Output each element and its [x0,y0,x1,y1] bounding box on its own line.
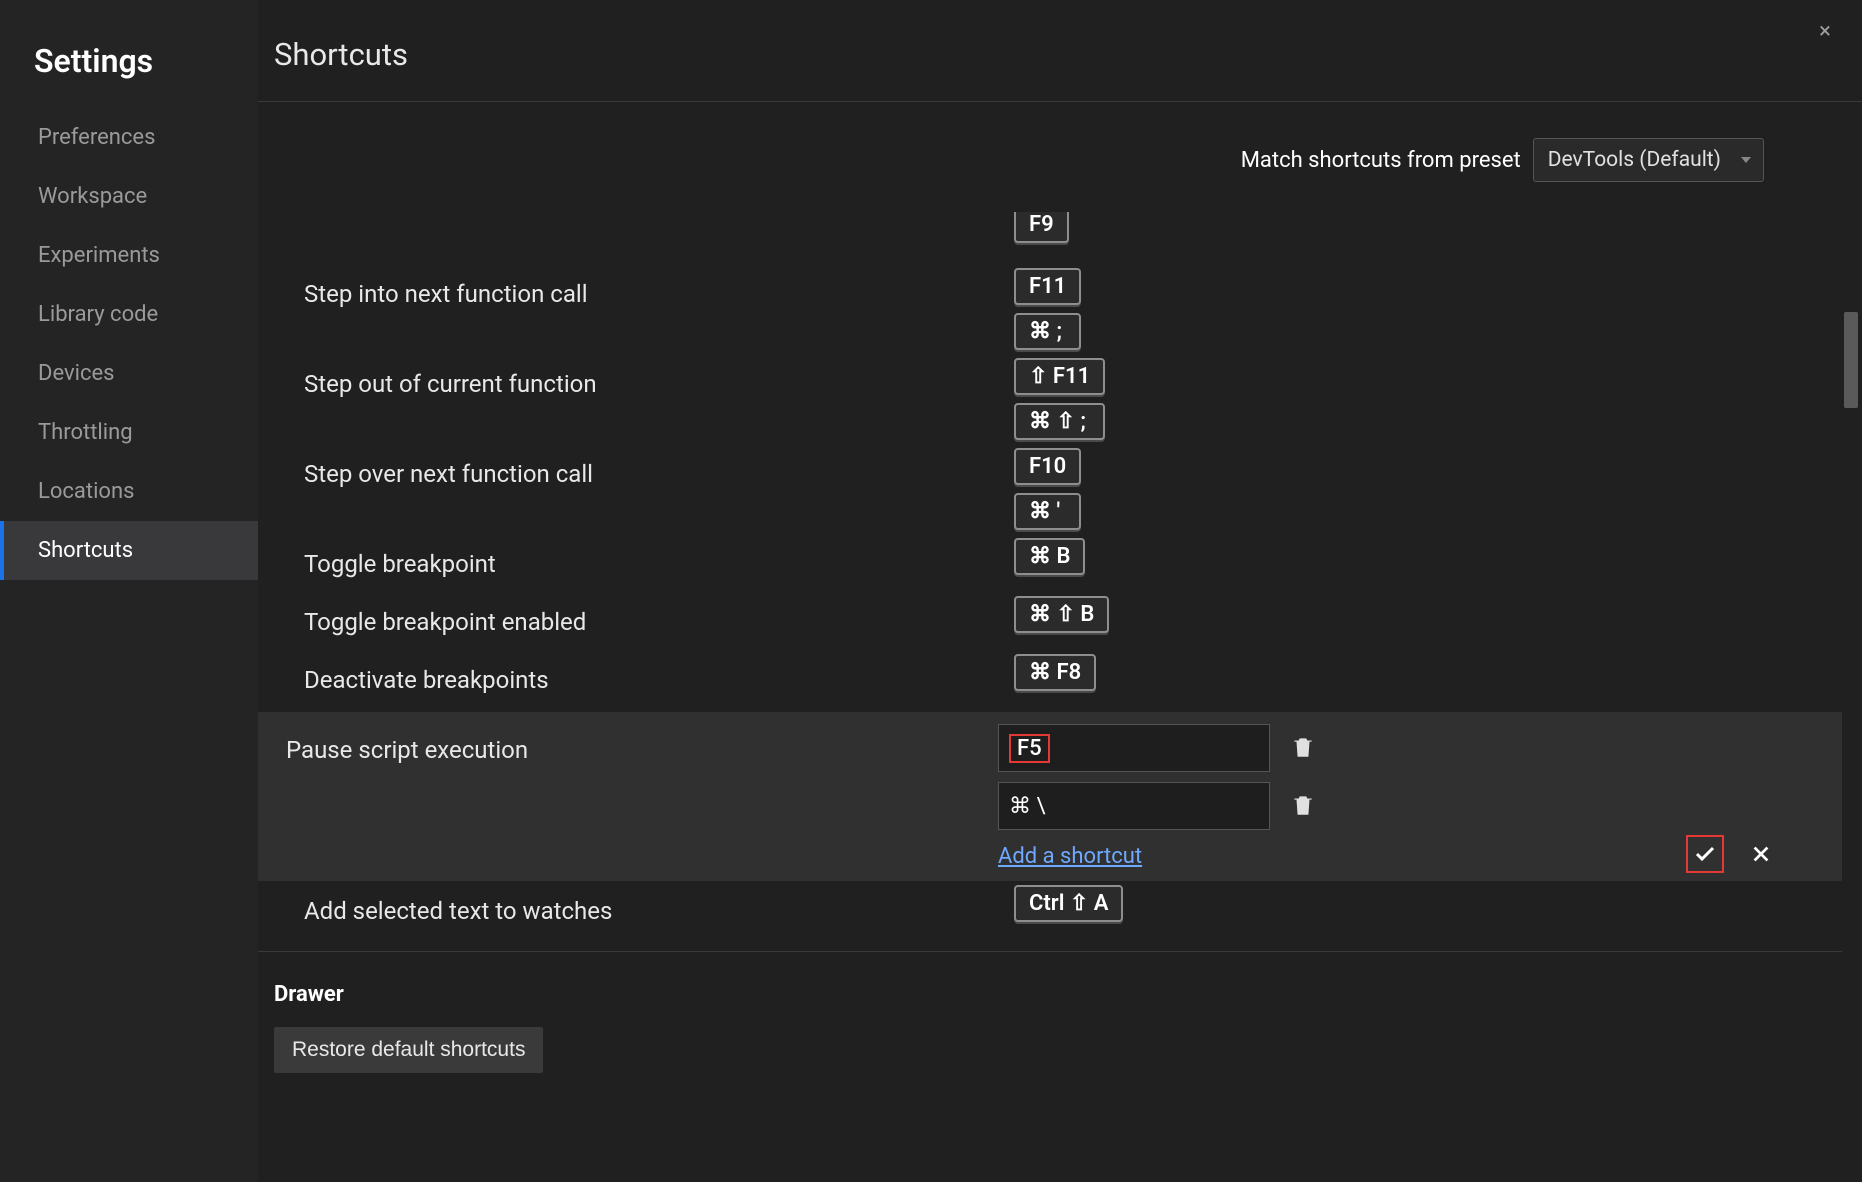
sidebar-item-preferences[interactable]: Preferences [0,108,258,167]
key-badge: ⌘ ; [1014,313,1081,350]
sidebar-item-label: Shortcuts [38,538,133,563]
scrollbar-thumb[interactable] [1844,312,1858,408]
shortcut-input-2[interactable]: ⌘ \ [998,782,1270,830]
close-button[interactable]: × [1812,18,1838,44]
sidebar-item-devices[interactable]: Devices [0,344,258,403]
add-shortcut-link[interactable]: Add a shortcut [998,844,1318,869]
key-badge: ⌘ B [1014,538,1085,575]
restore-defaults-button[interactable]: Restore default shortcuts [274,1027,543,1073]
key-badge: F11 [1014,268,1081,305]
sidebar-title: Settings [0,24,258,108]
shortcut-label: Toggle breakpoint enabled [304,596,1014,636]
shortcut-input-1[interactable]: F5 [998,724,1270,772]
sidebar-item-shortcuts[interactable]: Shortcuts [0,521,258,580]
shortcut-label: Step into next function call [304,268,1014,308]
shortcut-label: Pause script execution [286,724,998,764]
sidebar-item-label: Devices [38,361,115,386]
check-icon [1693,842,1717,866]
sidebar-item-label: Experiments [38,243,160,268]
sidebar-item-workspace[interactable]: Workspace [0,167,258,226]
trash-icon [1290,734,1316,760]
sidebar-item-label: Throttling [38,420,133,445]
shortcut-row-step[interactable]: F9 [258,212,1842,264]
key-badge: ⌘ ⇧ B [1014,596,1109,633]
delete-shortcut-button-2[interactable] [1290,792,1318,820]
shortcut-input-value: ⌘ \ [1009,794,1046,819]
sidebar-item-throttling[interactable]: Throttling [0,403,258,462]
shortcut-row-pause-script-editing: Pause script execution F5 ⌘ \ [258,712,1842,881]
preset-label: Match shortcuts from preset [1241,148,1521,173]
confirm-edit-button[interactable] [1686,835,1724,873]
trash-icon [1290,792,1316,818]
sidebar-item-label: Library code [38,302,158,327]
main-header: Shortcuts [258,0,1862,102]
shortcut-label [304,212,1014,218]
page-title: Shortcuts [274,36,1822,73]
shortcut-input-value: F5 [1009,734,1050,763]
shortcut-label: Deactivate breakpoints [304,654,1014,694]
shortcut-row-step-out[interactable]: Step out of current function ⇧ F11 ⌘ ⇧ ; [258,354,1842,444]
main-panel: × Shortcuts Match shortcuts from preset … [258,0,1862,1182]
sidebar-item-library-code[interactable]: Library code [0,285,258,344]
key-badge: ⇧ F11 [1014,358,1105,395]
preset-select-value: DevTools (Default) [1548,148,1721,172]
close-icon [1750,843,1772,865]
cancel-edit-button[interactable] [1746,839,1776,869]
shortcut-row-toggle-breakpoint-enabled[interactable]: Toggle breakpoint enabled ⌘ ⇧ B [258,592,1842,650]
close-icon: × [1819,19,1831,44]
settings-sidebar: Settings Preferences Workspace Experimen… [0,0,258,1182]
section-header-drawer: Drawer [258,951,1842,1017]
sidebar-item-label: Locations [38,479,134,504]
shortcut-label: Add selected text to watches [304,885,1014,925]
sidebar-item-experiments[interactable]: Experiments [0,226,258,285]
shortcut-label: Step over next function call [304,448,1014,488]
sidebar-item-locations[interactable]: Locations [0,462,258,521]
key-badge: Ctrl ⇧ A [1014,885,1123,922]
shortcuts-scroll-area[interactable]: F9 Step into next function call F11 ⌘ ; … [258,212,1862,1182]
shortcut-row-step-over[interactable]: Step over next function call F10 ⌘ ' [258,444,1842,534]
key-badge: ⌘ F8 [1014,654,1096,691]
key-badge: ⌘ ⇧ ; [1014,403,1105,440]
shortcut-row-step-into[interactable]: Step into next function call F11 ⌘ ; [258,264,1842,354]
key-badge: F9 [1014,212,1069,243]
key-badge: F10 [1014,448,1081,485]
shortcut-row-toggle-breakpoint[interactable]: Toggle breakpoint ⌘ B [258,534,1842,592]
preset-select[interactable]: DevTools (Default) [1533,138,1764,182]
preset-bar: Match shortcuts from preset DevTools (De… [258,102,1862,212]
shortcut-row-deactivate-breakpoints[interactable]: Deactivate breakpoints ⌘ F8 [258,650,1842,708]
shortcut-row-add-to-watches[interactable]: Add selected text to watches Ctrl ⇧ A [258,881,1842,939]
sidebar-item-label: Preferences [38,125,155,150]
key-badge: ⌘ ' [1014,493,1081,530]
shortcut-label: Step out of current function [304,358,1014,398]
sidebar-item-label: Workspace [38,184,147,209]
shortcut-label: Toggle breakpoint [304,538,1014,578]
delete-shortcut-button-1[interactable] [1290,734,1318,762]
